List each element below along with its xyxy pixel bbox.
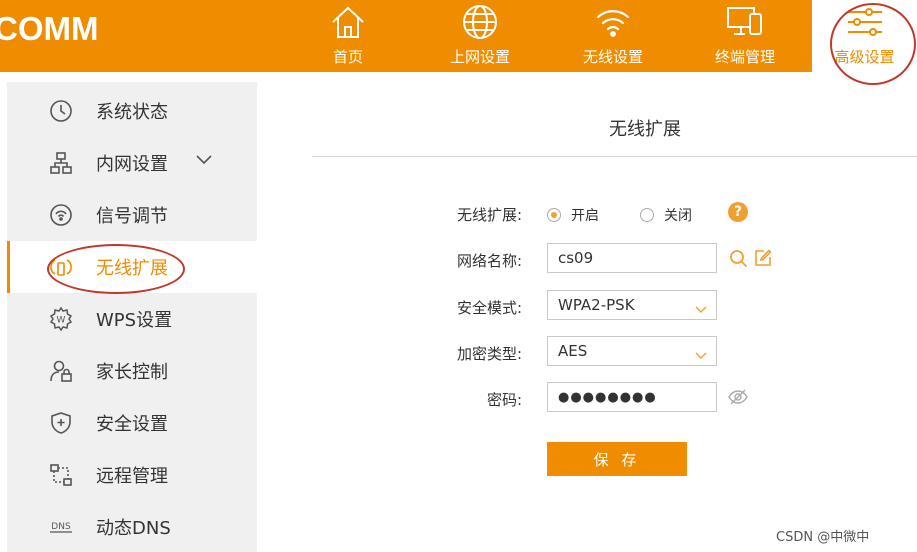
encryption-type-value: AES <box>558 342 588 360</box>
edit-icon[interactable] <box>754 249 772 271</box>
help-icon[interactable]: ? <box>728 202 748 222</box>
svg-text:DNS: DNS <box>51 522 71 532</box>
extend-off-label: 关闭 <box>664 208 692 224</box>
remote-icon <box>47 461 75 489</box>
title-divider <box>312 156 917 157</box>
sidebar-item-signal-adjust[interactable]: 信号调节 <box>7 189 257 241</box>
chevron-down-icon <box>695 346 707 364</box>
nav-devices-label: 终端管理 <box>714 48 775 66</box>
chevron-down-icon <box>695 300 707 318</box>
radio-dot-unchecked <box>640 208 654 222</box>
ssid-field[interactable] <box>547 243 717 273</box>
sidebar-item-label: 内网设置 <box>96 154 168 175</box>
extend-on-label: 开启 <box>571 208 599 224</box>
devices-icon <box>725 2 765 42</box>
home-icon <box>328 2 368 42</box>
extend-off-radio[interactable]: 关闭 <box>640 205 692 225</box>
clock-icon <box>47 97 75 125</box>
sidebar-item-remote-management[interactable]: 远程管理 <box>7 449 257 501</box>
wifi-icon <box>593 2 633 42</box>
watermark: CSDN @中微中 <box>776 530 870 545</box>
nav-home-label: 首页 <box>332 48 363 66</box>
password-label: 密码: <box>486 391 522 409</box>
encryption-type-label: 加密类型: <box>456 345 522 363</box>
nav-internet-settings[interactable]: 上网设置 <box>425 0 535 72</box>
eye-slash-icon[interactable] <box>728 388 748 410</box>
sidebar-item-label: 家长控制 <box>96 362 168 383</box>
sidebar-item-label: 信号调节 <box>96 206 168 227</box>
wireless-extend-icon <box>47 253 75 281</box>
extend-on-radio[interactable]: 开启 <box>547 205 599 225</box>
nav-internet-label: 上网设置 <box>449 48 510 66</box>
security-mode-select[interactable]: WPA2-PSK <box>547 290 717 320</box>
sidebar-item-label: 动态DNS <box>96 518 171 539</box>
password-value: ●●●●●●●● <box>558 389 657 405</box>
extend-label: 无线扩展: <box>456 206 522 224</box>
dns-icon: DNS <box>47 513 75 541</box>
sidebar-item-label: 无线扩展 <box>96 258 168 279</box>
sidebar-item-lan-settings[interactable]: 内网设置 <box>7 137 257 189</box>
chevron-down-icon <box>195 151 213 170</box>
nav-advanced-settings[interactable]: 高级设置 <box>812 0 917 72</box>
encryption-type-select[interactable]: AES <box>547 336 717 366</box>
security-mode-value: WPA2-PSK <box>558 296 635 314</box>
svg-text:W: W <box>57 316 66 326</box>
brand-logo: COMM <box>0 10 99 47</box>
sidebar: 系统状态 内网设置 信号调节 无线扩展 W WPS设置 家长控制 安全设置 远程… <box>0 82 257 552</box>
ssid-input[interactable] <box>558 249 716 267</box>
sidebar-item-label: 系统状态 <box>96 102 168 123</box>
signal-icon <box>47 201 75 229</box>
network-icon <box>47 149 75 177</box>
sidebar-item-security[interactable]: 安全设置 <box>7 397 257 449</box>
nav-advanced-label: 高级设置 <box>834 48 895 66</box>
sliders-icon <box>845 2 885 42</box>
search-icon[interactable] <box>729 249 748 272</box>
sidebar-item-system-status[interactable]: 系统状态 <box>7 85 257 137</box>
sidebar-item-label: 安全设置 <box>96 414 168 435</box>
wps-gear-icon: W <box>47 305 75 333</box>
sidebar-item-wps[interactable]: W WPS设置 <box>7 293 257 345</box>
save-button[interactable]: 保 存 <box>547 442 687 476</box>
shield-icon <box>47 409 75 437</box>
sidebar-item-label: 远程管理 <box>96 466 168 487</box>
globe-icon <box>460 2 500 42</box>
top-header: COMM 首页 上网设置 无线设置 终端管理 高级设置 <box>0 0 917 72</box>
parental-lock-icon <box>47 357 75 385</box>
ssid-label: 网络名称: <box>456 252 522 270</box>
sidebar-item-ddns[interactable]: DNS 动态DNS <box>7 501 257 552</box>
page-title: 无线扩展 <box>609 119 681 140</box>
sidebar-item-parental-control[interactable]: 家长控制 <box>7 345 257 397</box>
sidebar-item-wireless-extend[interactable]: 无线扩展 <box>7 241 257 293</box>
nav-wireless-settings[interactable]: 无线设置 <box>558 0 668 72</box>
nav-home[interactable]: 首页 <box>293 0 403 72</box>
sidebar-item-label: WPS设置 <box>96 310 173 331</box>
nav-wireless-label: 无线设置 <box>582 48 643 66</box>
security-mode-label: 安全模式: <box>456 299 522 317</box>
password-field[interactable]: ●●●●●●●● <box>547 382 717 412</box>
radio-dot-checked <box>547 208 561 222</box>
nav-device-management[interactable]: 终端管理 <box>690 0 800 72</box>
